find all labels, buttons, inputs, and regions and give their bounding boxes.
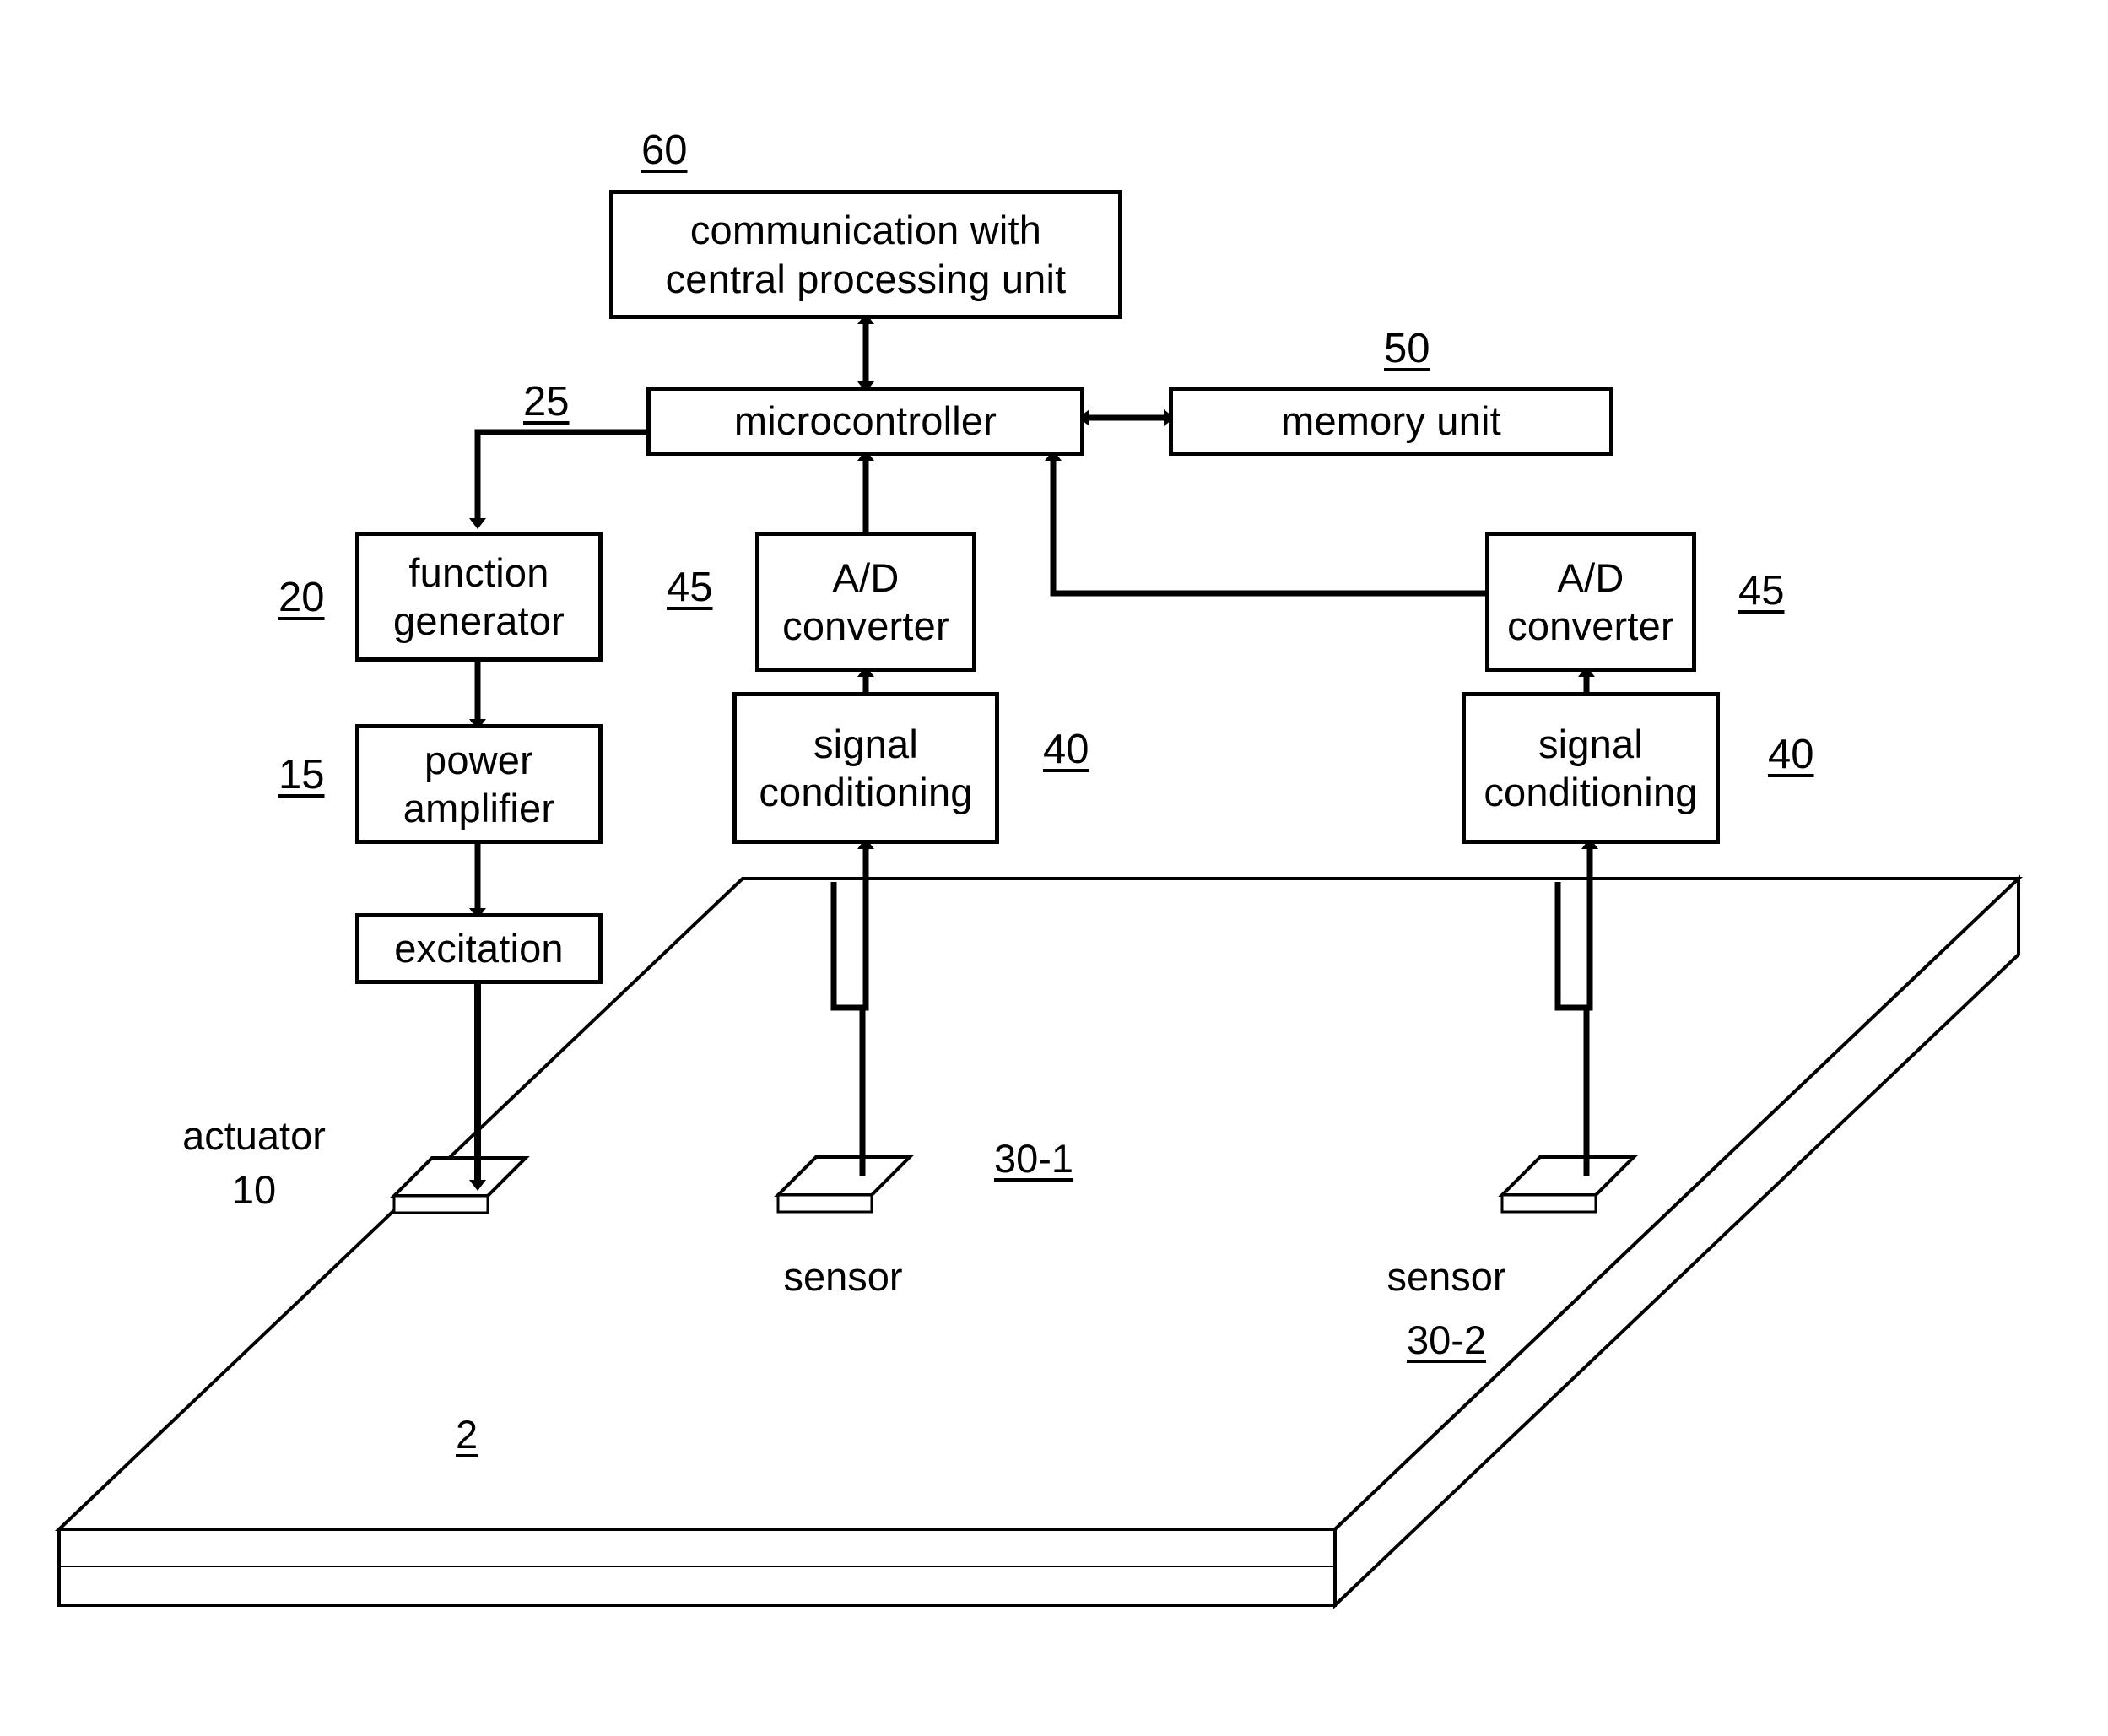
plate-ref-numeral: 2 [456,1412,478,1457]
block-microcontroller[interactable]: microcontroller [646,387,1084,456]
block-communication-with-cpu[interactable]: communication with central processing un… [609,190,1122,319]
actuator-patch-side [392,1194,489,1214]
block-excitation[interactable]: excitation [355,913,603,984]
block-signal-conditioning-right[interactable]: signal conditioning [1462,692,1720,844]
sensor-1-ref-numeral: 30-1 [994,1136,1074,1181]
sensor-2-patch-side [1500,1193,1597,1214]
block-power-amplifier[interactable]: power amplifier [355,724,603,844]
block-excitation-label: excitation [394,926,564,971]
actuator-ref-numeral: 10 [231,1167,277,1212]
block-ad-converter-right-label: A/D converter [1507,554,1674,648]
ref-numeral-45-left: 45 [667,565,713,610]
sensor-1-patch-side [776,1193,873,1214]
ref-numeral-45-right: 45 [1738,568,1785,614]
block-microcontroller-label: microcontroller [733,398,997,444]
ref-numeral-15: 15 [278,752,325,798]
ref-numeral-40-left: 40 [1043,727,1089,772]
ref-numeral-20: 20 [278,575,325,620]
block-function-generator[interactable]: function generator [355,532,603,662]
figure-canvas: communication with central processing un… [0,0,2108,1736]
block-ad-converter-left-label: A/D converter [782,554,949,648]
block-communication-label: communication with central processing un… [665,208,1067,301]
block-signal-conditioning-right-label: signal conditioning [1484,721,1698,814]
connector-sensor1-signal-conditioning [857,838,874,1176]
block-function-generator-label: function generator [393,549,565,643]
connector-ad-right-microcontroller [1045,450,1485,597]
block-memory-unit[interactable]: memory unit [1169,387,1613,456]
connector-sensor2-signal-conditioning [1581,838,1598,1176]
ref-numeral-50: 50 [1384,326,1430,371]
sensor-2-ref-numeral: 30-2 [1406,1317,1487,1362]
ref-numeral-25: 25 [523,379,570,425]
actuator-label: actuator [182,1113,326,1158]
ref-numeral-40-right: 40 [1768,732,1814,777]
block-ad-converter-left[interactable]: A/D converter [755,532,976,672]
connector-microcontroller-function-generator [469,429,646,529]
sensor-1-label: sensor [783,1254,903,1299]
block-ad-converter-right[interactable]: A/D converter [1485,532,1696,672]
block-memory-unit-label: memory unit [1281,398,1501,444]
block-signal-conditioning-left-label: signal conditioning [759,721,973,814]
sensor-2-label: sensor [1386,1254,1506,1299]
block-power-amplifier-label: power amplifier [403,737,555,830]
block-signal-conditioning-left[interactable]: signal conditioning [732,692,999,844]
ref-numeral-60: 60 [641,127,688,173]
